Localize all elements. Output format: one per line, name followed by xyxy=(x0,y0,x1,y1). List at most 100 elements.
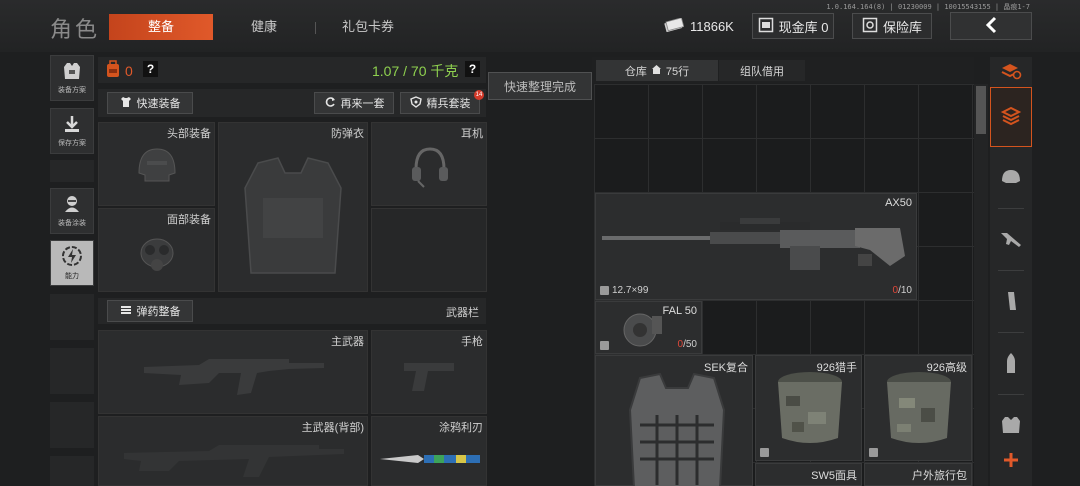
home-icon xyxy=(651,64,662,78)
warehouse-item-ax50[interactable]: AX50 12.7×99 0/10 xyxy=(595,193,917,300)
ammo-box-icon xyxy=(869,448,878,457)
tab-gift-cards[interactable]: 礼包卡券 xyxy=(320,14,416,40)
ammo-box-icon xyxy=(600,341,609,350)
back-button[interactable] xyxy=(950,12,1032,40)
sidebar-spacer xyxy=(50,160,94,182)
sidebar-item-loadout-plan[interactable]: 装备方案 xyxy=(50,55,94,101)
tab-team-borrow[interactable]: 组队借用 xyxy=(719,60,805,81)
slot-label: 头部装备 xyxy=(167,128,211,140)
sidebar-item-ability[interactable]: 能力 xyxy=(50,240,94,286)
rifle-silhouette-icon xyxy=(119,439,349,482)
ammo-max: /50 xyxy=(683,339,697,350)
vault-icon xyxy=(758,17,774,36)
sidebar-empty-slot xyxy=(50,294,94,340)
headset-slot[interactable]: 耳机 xyxy=(371,122,487,206)
face-gear-slot[interactable]: 面部装备 xyxy=(98,208,215,292)
magazine-icon xyxy=(1004,290,1018,315)
helmet-icon xyxy=(1000,167,1022,190)
warehouse-item-926-hunter[interactable]: 926猎手 xyxy=(755,355,862,461)
rail-magazines[interactable] xyxy=(990,274,1032,330)
scrollbar-thumb[interactable] xyxy=(976,86,986,134)
warehouse-item-fal50[interactable]: FAL 50 0/50 xyxy=(595,301,702,354)
tab-storage-label: 仓库 xyxy=(624,65,647,78)
melee-slot[interactable]: 涂鸦利刃 xyxy=(371,416,487,486)
tab-health[interactable]: 健康 xyxy=(214,14,314,40)
rail-ammo[interactable] xyxy=(990,336,1032,392)
item-caliber xyxy=(600,341,609,350)
sidebar-item-skin[interactable]: 装备涂装 xyxy=(50,188,94,234)
elite-set-button[interactable]: 精兵套装 xyxy=(400,92,480,114)
slot-label: 涂鸦利刃 xyxy=(439,422,483,434)
refresh-icon xyxy=(324,96,336,111)
armor-slot[interactable]: 防弹衣 xyxy=(218,122,368,292)
warehouse-item-sek[interactable]: SEK复合 xyxy=(595,355,753,486)
rail-refresh-button[interactable] xyxy=(990,57,1032,87)
rail-add-button[interactable] xyxy=(990,448,1032,474)
empty-gear-slot xyxy=(371,208,487,292)
rail-divider xyxy=(998,394,1024,395)
backpack-indicator: 0 xyxy=(105,60,133,81)
ammo-max: /10 xyxy=(898,285,912,296)
warehouse-item-sw5-mask[interactable]: SW5面具 xyxy=(755,463,862,486)
ammo-prep-button[interactable]: 弹药整备 xyxy=(107,300,193,322)
item-name: SW5面具 xyxy=(811,470,857,482)
tab-storage-rows: 75行 xyxy=(665,65,690,78)
tab-storage[interactable]: 仓库 75行 xyxy=(596,60,718,81)
rail-divider xyxy=(998,270,1024,271)
plus-icon xyxy=(1003,452,1019,471)
rail-gear[interactable] xyxy=(990,150,1032,206)
quick-equip-button[interactable]: 快速装备 xyxy=(107,92,193,114)
slot-label: 面部装备 xyxy=(167,214,211,226)
slot-label: 主武器(背部) xyxy=(301,422,364,434)
warehouse-item-travel-bag[interactable]: 户外旅行包 xyxy=(864,463,972,486)
shield-icon xyxy=(409,95,422,111)
safe-box-button[interactable]: 保险库 xyxy=(852,13,932,39)
camo-pouch-icon xyxy=(881,368,957,451)
rifle-icon xyxy=(999,229,1023,252)
ammo-box-icon xyxy=(760,448,769,457)
warehouse-scrollbar[interactable] xyxy=(974,84,988,486)
sniper-rifle-icon xyxy=(600,216,910,275)
drum-magazine-icon xyxy=(622,308,666,353)
tab-loadout[interactable]: 整备 xyxy=(109,14,213,40)
caliber-text: 12.7×99 xyxy=(612,285,649,296)
tab-divider xyxy=(315,22,316,34)
skin-paint-icon xyxy=(61,194,83,216)
ability-bolt-icon xyxy=(61,245,83,269)
sidebar-item-label: 装备涂装 xyxy=(58,220,86,227)
head-gear-slot[interactable]: 头部装备 xyxy=(98,122,215,206)
weight-help-button[interactable]: ? xyxy=(465,61,480,77)
back-weapon-slot[interactable]: 主武器(背部) xyxy=(98,416,368,486)
ammo-prep-label: 弹药整备 xyxy=(136,306,181,318)
vest-plan-icon xyxy=(61,61,83,83)
primary-weapon-slot[interactable]: 主武器 xyxy=(98,330,368,414)
chevron-left-icon xyxy=(984,16,998,37)
save-download-icon xyxy=(62,114,82,136)
camo-pouch-icon xyxy=(772,368,848,451)
rail-weapons[interactable] xyxy=(990,212,1032,268)
slot-label: 防弹衣 xyxy=(331,128,364,140)
item-caliber: 12.7×99 xyxy=(600,285,648,296)
warehouse-item-926-premium[interactable]: 926高级 xyxy=(864,355,972,461)
rail-all-items[interactable] xyxy=(990,87,1032,147)
help-button[interactable]: ? xyxy=(143,61,158,77)
item-ammo-count: 0/50 xyxy=(678,339,697,350)
version-text: 1.0.164.164(8) | 01230009 | 10015543155 … xyxy=(826,3,1030,11)
repeat-loadout-button[interactable]: 再来一套 xyxy=(314,92,394,114)
item-name: FAL 50 xyxy=(662,305,697,317)
pistol-slot[interactable]: 手枪 xyxy=(371,330,487,414)
item-name: AX50 xyxy=(885,197,912,209)
quick-equip-label: 快速装备 xyxy=(136,98,181,110)
sidebar-item-label: 保存方案 xyxy=(58,140,86,147)
repeat-loadout-label: 再来一套 xyxy=(340,98,385,110)
page-title: 角色 xyxy=(50,17,101,42)
sidebar-empty-slot xyxy=(50,402,94,448)
bullet-icon xyxy=(1005,351,1017,378)
elite-set-label: 精兵套装 xyxy=(426,98,471,110)
safe-icon xyxy=(862,17,878,36)
butterfly-knife-icon xyxy=(378,451,482,470)
cash-vault-button[interactable]: 现金库 0 xyxy=(752,13,834,39)
sidebar-item-save-plan[interactable]: 保存方案 xyxy=(50,108,94,154)
ammo-icon xyxy=(120,304,132,319)
rail-armor[interactable] xyxy=(990,398,1032,454)
